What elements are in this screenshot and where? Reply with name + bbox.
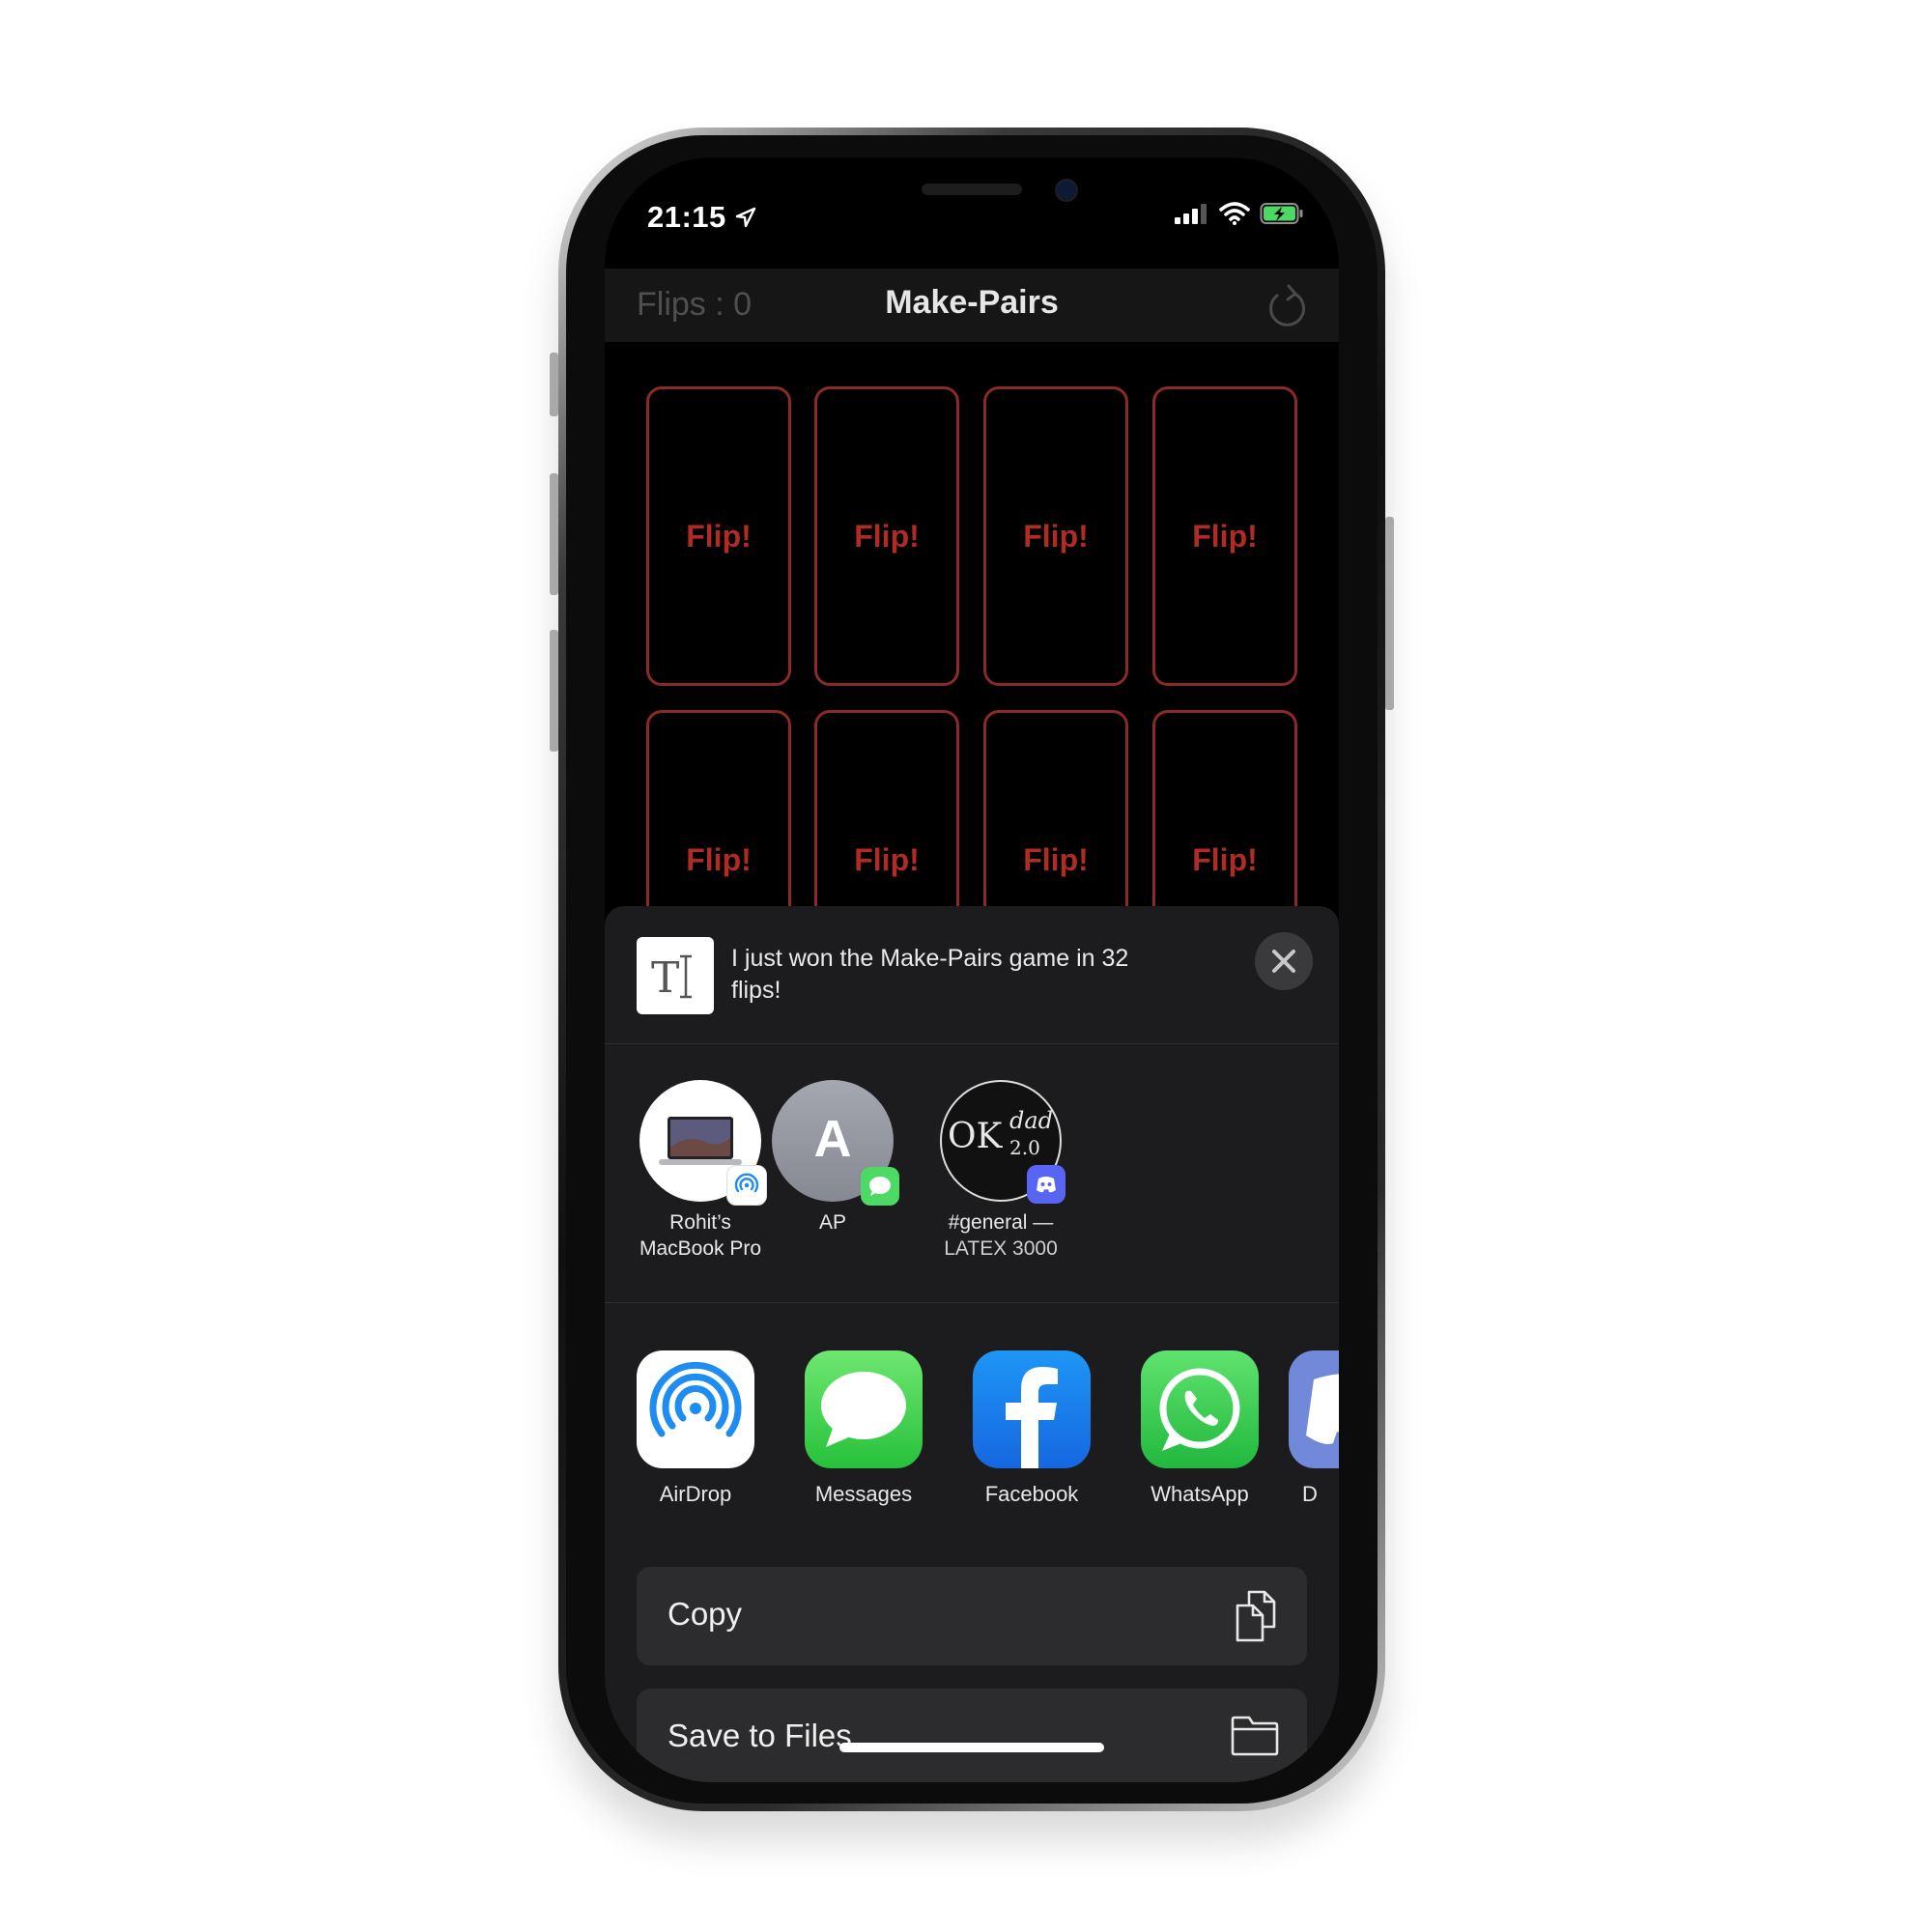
divider	[605, 1302, 1339, 1303]
card-1[interactable]: Flip!	[646, 386, 791, 686]
card-label: Flip!	[1192, 841, 1258, 877]
avatar-text-sub: 2.0	[1009, 1136, 1040, 1159]
notch	[769, 157, 1175, 235]
messages-icon	[805, 1350, 923, 1468]
discord-badge	[1027, 1165, 1065, 1204]
discord-icon	[1037, 1177, 1056, 1193]
power-button	[1385, 517, 1394, 710]
volume-up-button	[550, 473, 558, 595]
avatar-logo: OK dad 2.0	[948, 1107, 1053, 1159]
status-time-text: 21:15	[647, 200, 726, 234]
app-messages[interactable]: Messages	[796, 1350, 931, 1507]
card-label: Flip!	[1192, 518, 1258, 554]
silent-switch	[550, 353, 558, 416]
status-indicators	[1175, 202, 1304, 225]
cellular-signal-icon	[1175, 204, 1207, 224]
divider	[605, 1043, 1339, 1044]
wifi-icon	[1219, 202, 1250, 225]
refresh-icon	[1269, 284, 1306, 327]
contact-label: #general — LATEX 3000	[923, 1209, 1078, 1262]
avatar-initial: A	[813, 1110, 852, 1168]
airdrop-icon	[637, 1350, 754, 1468]
contact-label: Rohit’s MacBook Pro	[623, 1209, 778, 1262]
avatar: A	[772, 1080, 899, 1206]
contact-ap[interactable]: A AP	[755, 1080, 910, 1236]
card-label: Flip!	[1023, 518, 1089, 554]
card-label: Flip!	[686, 841, 752, 877]
avatar-text-sup: dad	[1009, 1107, 1054, 1134]
card-label: Flip!	[854, 841, 920, 877]
app-facebook[interactable]: Facebook	[964, 1350, 1099, 1507]
card-label: Flip!	[854, 518, 920, 554]
card-4[interactable]: Flip!	[1152, 386, 1297, 686]
contact-name-line1: #general —	[948, 1211, 1054, 1234]
whatsapp-icon	[1141, 1350, 1259, 1468]
avatar-text-main: OK	[948, 1117, 1003, 1156]
action-label: Save to Files	[668, 1718, 852, 1753]
contact-discord-general[interactable]: OK dad 2.0 #general — LATEX 3000	[923, 1080, 1078, 1262]
close-icon	[1272, 950, 1295, 973]
action-label: Copy	[668, 1596, 743, 1632]
contact-name-line1: AP	[818, 1211, 846, 1234]
card-3[interactable]: Flip!	[983, 386, 1128, 686]
location-arrow-icon	[735, 207, 756, 228]
navigation-bar: Flips : 0 Make-Pairs	[605, 269, 1339, 342]
card-2[interactable]: Flip!	[814, 386, 959, 686]
contact-name-line1: Rohit’s	[669, 1211, 731, 1234]
speaker	[922, 184, 1022, 195]
save-to-files-action[interactable]: Save to Files	[637, 1689, 1307, 1782]
facebook-icon	[973, 1350, 1091, 1468]
restart-button[interactable]	[1265, 282, 1310, 333]
battery-charging-icon	[1260, 203, 1303, 224]
app-label: WhatsApp	[1151, 1482, 1249, 1506]
status-time: 21:15	[647, 200, 756, 235]
volume-down-button	[550, 630, 558, 752]
app-label: Messages	[814, 1482, 913, 1506]
front-camera	[1055, 179, 1078, 202]
app-label: D	[1302, 1482, 1318, 1506]
screen: 21:15 Flips : 0 Make-Pairs Flip! Flip! F…	[605, 157, 1339, 1782]
contact-label: AP	[755, 1209, 910, 1236]
card-label: Flip!	[1023, 841, 1089, 877]
discord-icon	[1289, 1350, 1339, 1468]
app-discord[interactable]: D	[1289, 1350, 1339, 1507]
contact-name-line2: MacBook Pro	[639, 1237, 762, 1260]
page-title: Make-Pairs	[885, 284, 1059, 321]
app-airdrop[interactable]: AirDrop	[628, 1350, 763, 1507]
share-preview-text: I just won the Make-Pairs game in 32 fli…	[731, 945, 1129, 1004]
app-whatsapp[interactable]: WhatsApp	[1132, 1350, 1267, 1507]
messages-badge	[861, 1167, 899, 1206]
message-bubble-icon	[869, 1177, 891, 1196]
folder-icon	[1230, 1710, 1280, 1763]
avatar: OK dad 2.0	[940, 1080, 1065, 1204]
copy-icon	[1232, 1588, 1280, 1649]
app-label: AirDrop	[659, 1482, 732, 1506]
contact-macbook[interactable]: Rohit’s MacBook Pro	[623, 1080, 778, 1262]
avatar	[639, 1080, 767, 1206]
card-label: Flip!	[686, 518, 752, 554]
home-indicator[interactable]	[839, 1743, 1104, 1752]
text-document-icon: T	[637, 937, 714, 1014]
svg-text:T: T	[651, 953, 679, 1003]
contact-name-line2: LATEX 3000	[944, 1237, 1058, 1260]
app-label: Facebook	[984, 1482, 1079, 1506]
share-sheet: T I just won the Make-Pairs game in 32 f…	[605, 906, 1339, 1782]
copy-action[interactable]: Copy	[637, 1567, 1307, 1665]
close-button[interactable]	[1255, 932, 1313, 990]
